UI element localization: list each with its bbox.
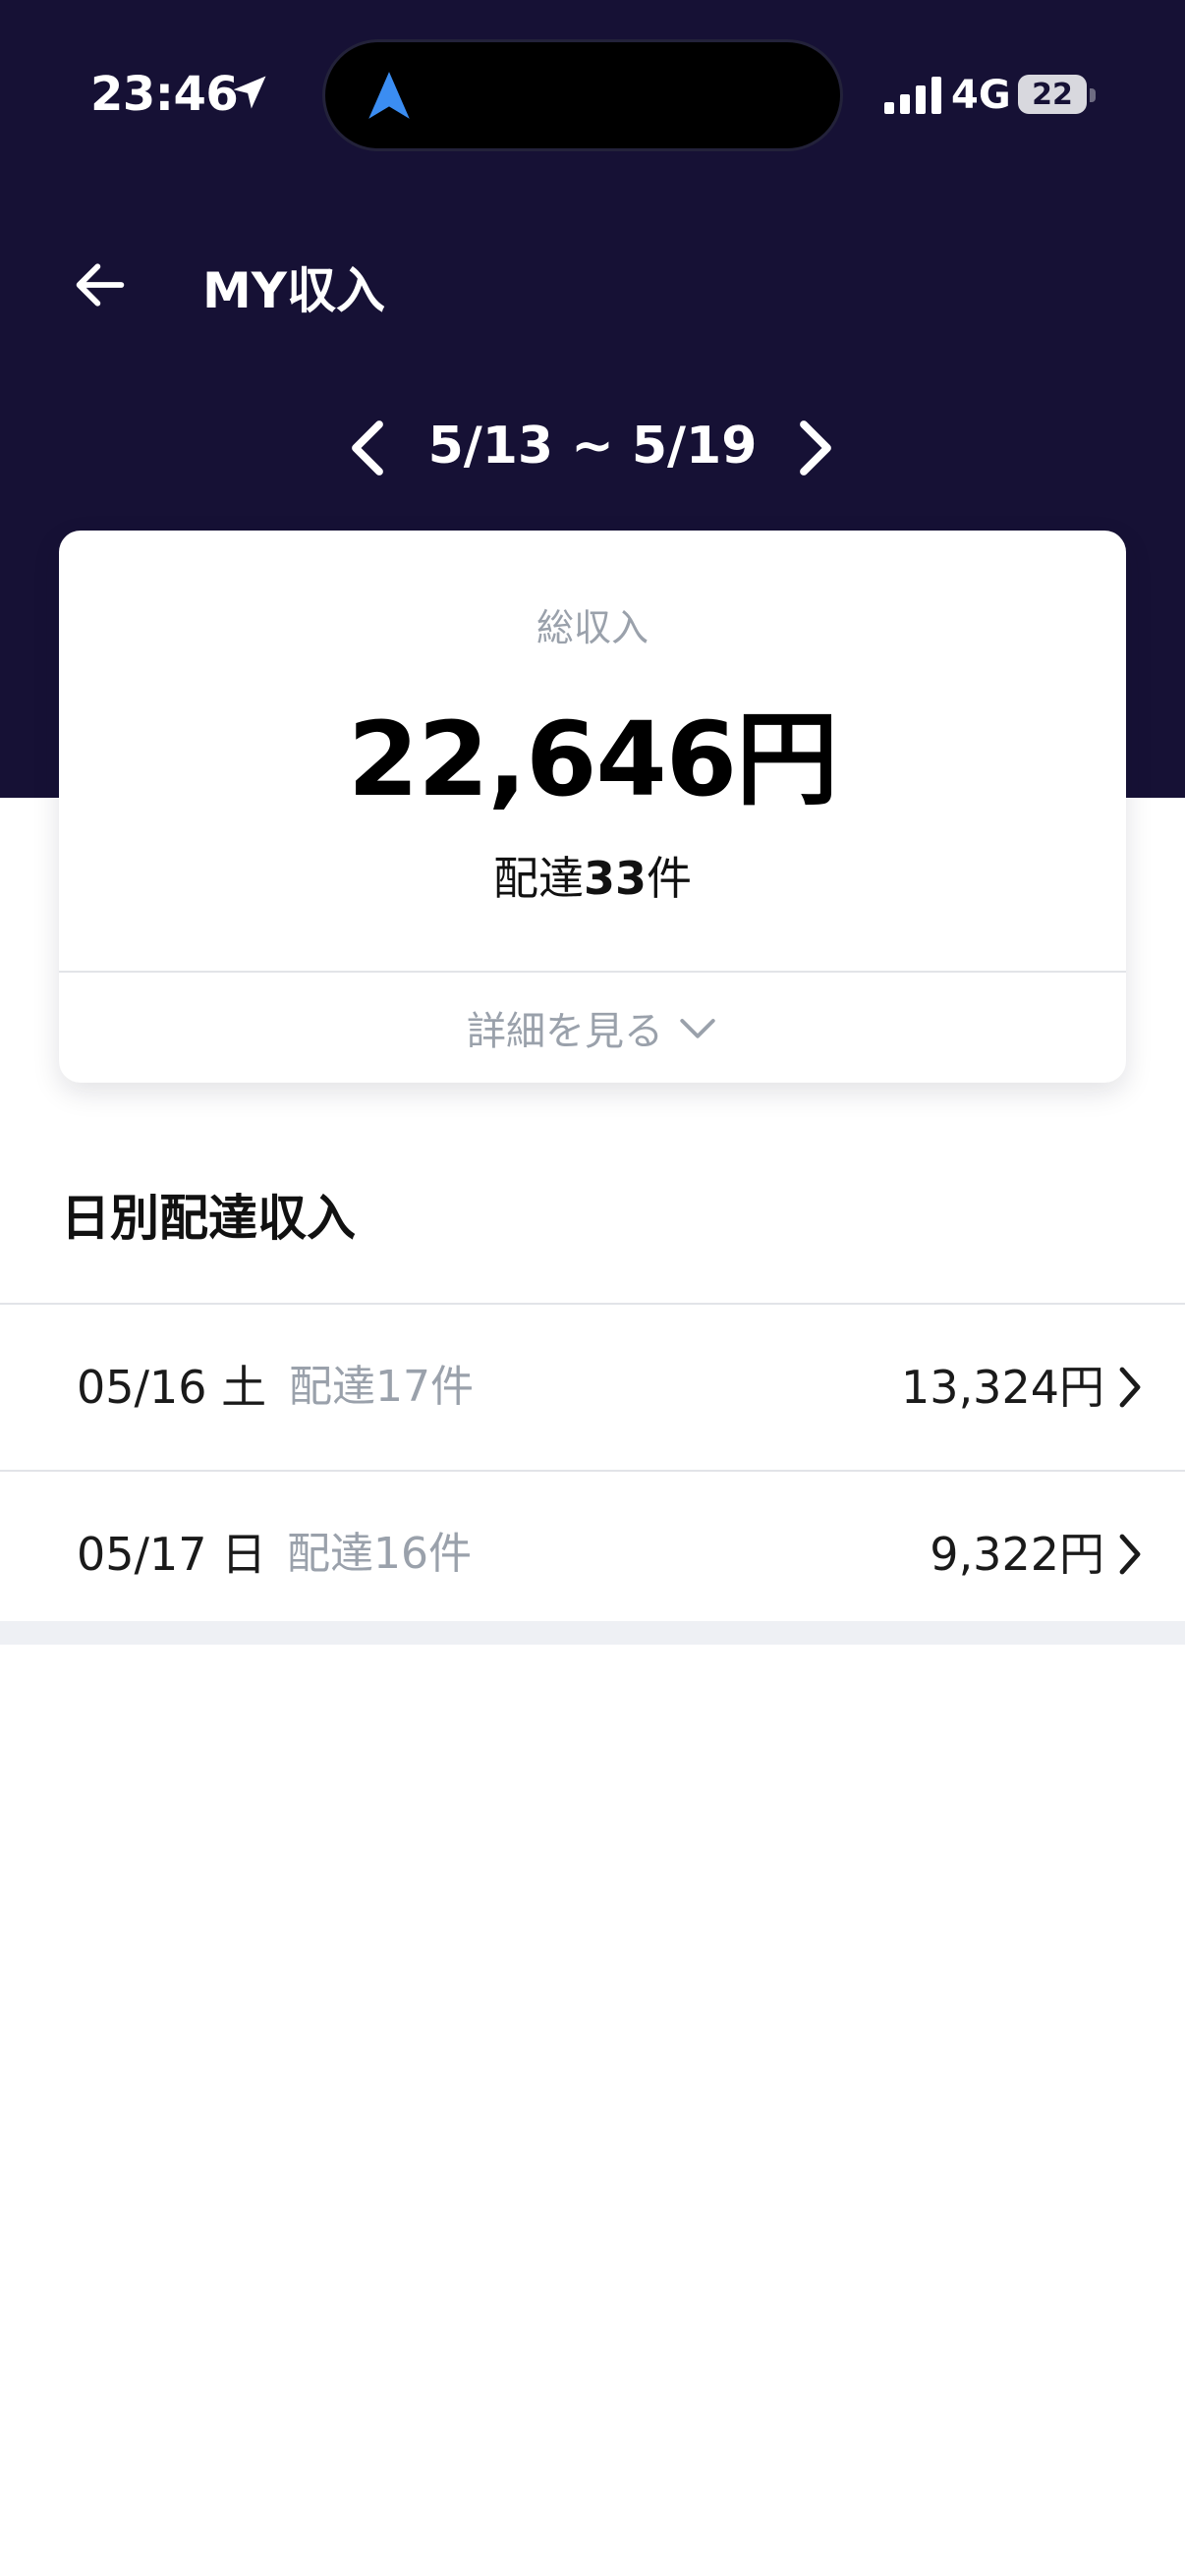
week-range: 5/13 ~ 5/19 (427, 417, 758, 476)
page-title: MY収入 (202, 262, 385, 319)
count-prefix: 配達 (492, 852, 584, 905)
earnings-screen: 23:46 4G 22 MY収入 5/13 ~ 5/19 総収入 22,646円… (0, 0, 1185, 2576)
show-details-label: 詳細を見る (467, 1009, 663, 1054)
row-delivery-count: 配達17件 (289, 1362, 474, 1412)
total-amount: 22,646円 (347, 700, 838, 819)
count-value: 33 (583, 852, 647, 905)
chevron-right-icon (1119, 1367, 1141, 1408)
cellular-signal-icon (884, 77, 941, 114)
daily-section-title: 日別配達収入 (61, 1190, 356, 1247)
row-date: 05/17 日 (77, 1528, 267, 1581)
row-date: 05/16 土 (77, 1361, 267, 1414)
battery-level: 22 (1032, 77, 1073, 112)
arrow-left-icon[interactable] (69, 253, 132, 316)
daily-row-0517[interactable]: 05/17 日 配達16件 9,322円 (0, 1472, 1185, 1637)
network-type: 4G (951, 73, 1011, 118)
battery-icon: 22 (1018, 75, 1087, 114)
show-details-button[interactable]: 詳細を見る (59, 973, 1126, 1083)
chevron-right-icon[interactable] (792, 419, 839, 477)
status-time: 23:46 (90, 67, 239, 122)
delivery-count: 配達33件 (59, 843, 1126, 908)
total-label: 総収入 (536, 606, 649, 649)
chevron-right-icon (1119, 1534, 1141, 1575)
chevron-down-icon (680, 1019, 715, 1038)
dynamic-island (322, 39, 843, 151)
battery-nub (1090, 88, 1096, 102)
row-delivery-count: 配達16件 (287, 1529, 472, 1579)
summary-card: 総収入 22,646円 配達33件 詳細を見る (59, 531, 1126, 1083)
daily-row-0516[interactable]: 05/16 土 配達17件 13,324円 (0, 1305, 1185, 1470)
navigation-arrow-icon (368, 72, 410, 119)
location-arrow-icon (233, 76, 266, 109)
chevron-left-icon[interactable] (344, 419, 391, 477)
list-footer (0, 1621, 1185, 1645)
row-amount: 9,322円 (930, 1528, 1104, 1581)
row-amount: 13,324円 (901, 1361, 1104, 1414)
count-suffix: 件 (647, 852, 692, 905)
